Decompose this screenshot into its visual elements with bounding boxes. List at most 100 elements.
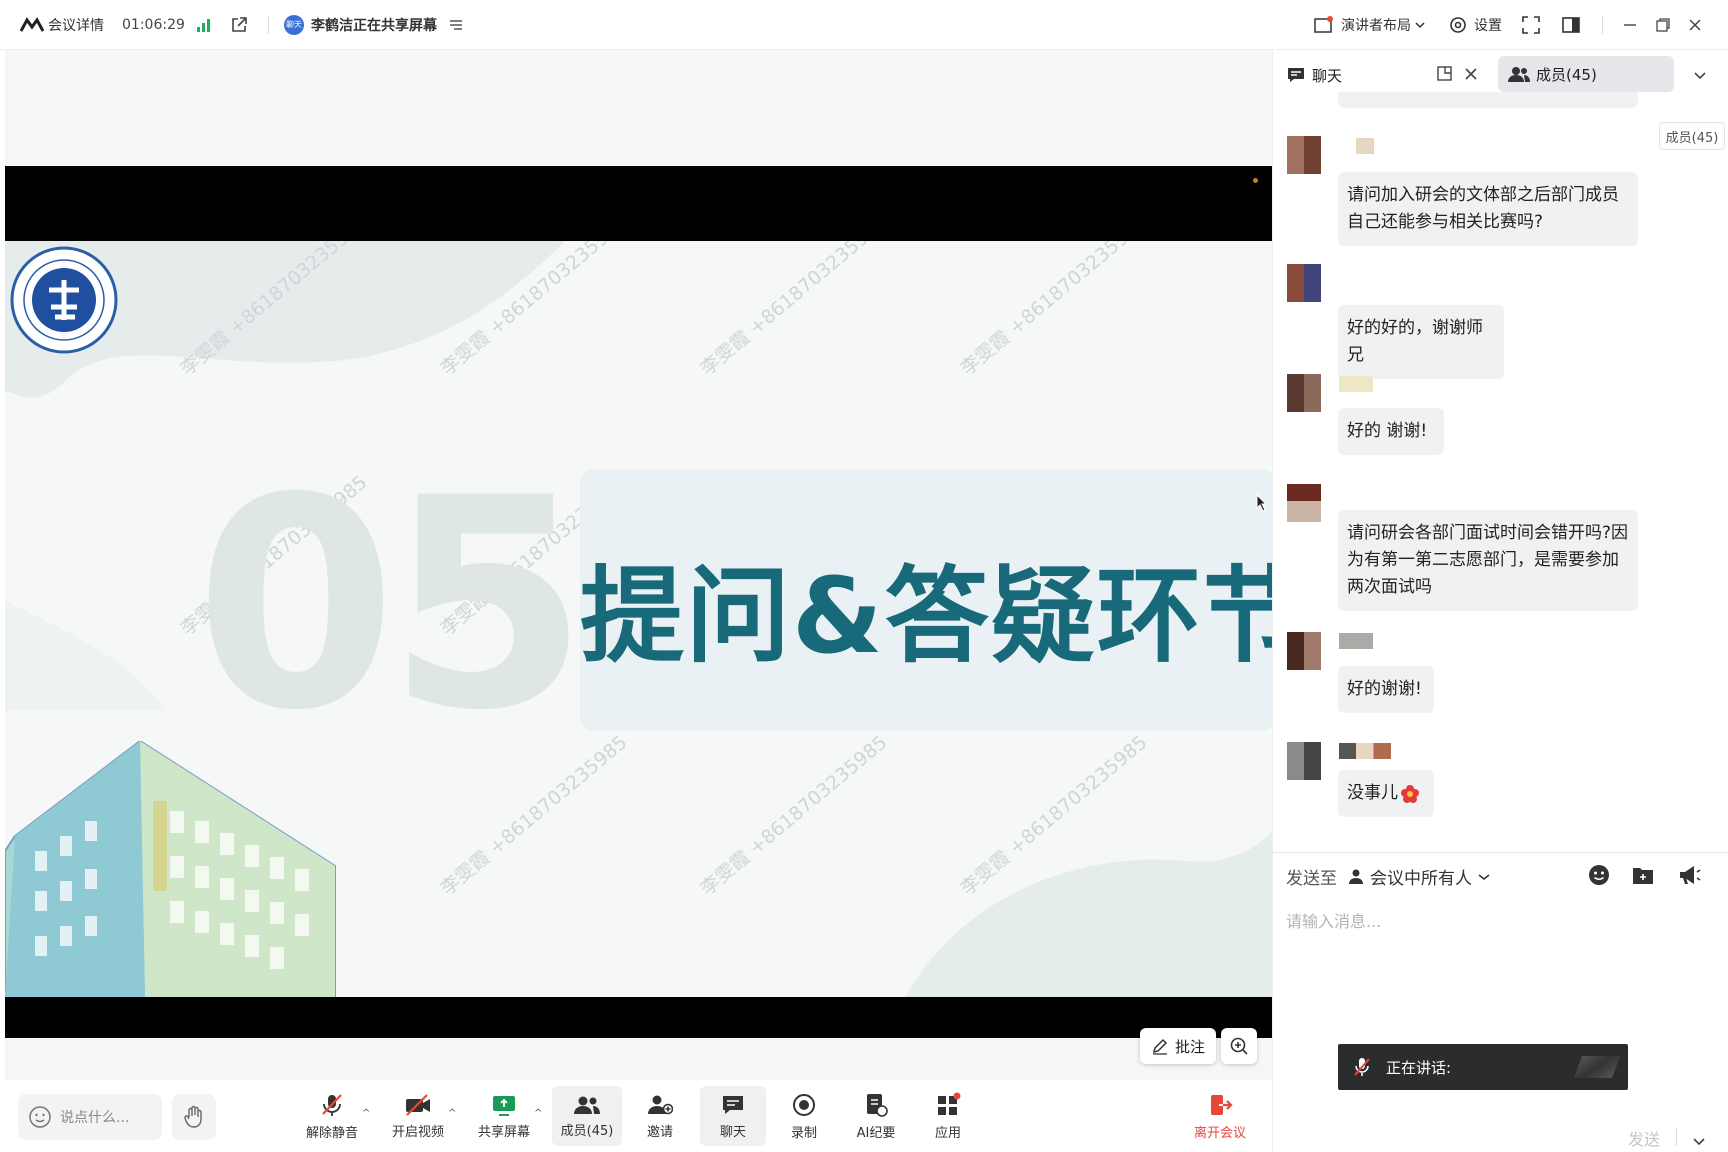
watermark-text: 李雯霞 +8618703235985 [956,241,1152,380]
restore-icon[interactable] [1655,0,1671,50]
message-input[interactable]: 请输入消息... [1286,908,1381,932]
apps-label: 应用 [934,1125,961,1141]
leave-meeting-label: 离开会议 [1193,1125,1246,1141]
pen-icon [1152,1038,1168,1055]
chat-message-text: 没事儿 [1347,783,1398,803]
meeting-timer: 01:06:29 [122,17,185,33]
tab-chat[interactable]: 聊天 [1286,58,1492,92]
leave-meeting-button[interactable]: 离开会议 [1184,1086,1256,1146]
divider [268,16,269,34]
watermark-text: 李雯霞 +8618703235985 [696,731,892,900]
share-screen-label: 共享屏幕 [477,1124,530,1140]
announcement-icon[interactable] [1678,864,1702,890]
slide-title: 提问&答疑环节 [580,555,1272,677]
video-options-caret[interactable]: ^ [448,1108,456,1119]
muted-microphone-icon [1354,1058,1370,1076]
composer-divider [1272,852,1728,853]
share-screen-button[interactable]: 共享屏幕 [472,1086,536,1146]
hand-icon [184,1105,202,1128]
panel-dropdown-icon[interactable] [1693,66,1707,85]
apps-grid-icon [938,1092,961,1115]
close-window-icon[interactable] [1688,0,1702,50]
sharer-avatar-badge: 聊天 [284,15,304,35]
members-count-tag[interactable]: 成员(45) [1659,122,1725,150]
ai-minutes-button[interactable]: AI纪要 [844,1086,908,1146]
raise-hand-button[interactable] [172,1094,216,1140]
chevron-down-icon [1415,22,1425,29]
watermark-text: 李雯霞 +8618703235985 [956,731,1152,900]
ai-document-icon [867,1093,888,1117]
divider [1602,16,1603,34]
speaking-indicator: 正在讲话: [1338,1044,1628,1090]
invite-button[interactable]: 邀请 [628,1086,692,1146]
pop-out-icon[interactable] [230,0,248,50]
side-panel-toggle-icon[interactable] [1562,0,1580,50]
chat-icon [1288,68,1304,82]
unmute-button[interactable]: 解除静音 [300,1086,364,1146]
watermark-text: 李雯霞 +8618703235985 [436,241,632,380]
members-button[interactable]: 成员(45) [552,1086,622,1146]
chat-message: 请问加入研会的文体部之后部门成员自己还能参与相关比赛吗? [1338,172,1638,246]
close-chat-icon[interactable] [1464,66,1478,85]
chevron-down-icon [1478,873,1490,880]
avatar [1287,742,1321,780]
share-screen-icon [493,1095,515,1116]
record-label: 录制 [790,1125,817,1141]
logo-icon [20,17,44,32]
reaction-placeholder: 说点什么... [60,1110,130,1126]
chat-button[interactable]: 聊天 [700,1086,766,1146]
sender-name [1339,743,1391,759]
settings-button[interactable]: 设置 [1448,0,1502,50]
members-label: 成员(45) [560,1123,614,1139]
meeting-details-button[interactable]: 会议详情 [48,0,104,50]
watermark-text: 李雯霞 +8618703235985 [696,241,892,380]
reaction-input[interactable]: 说点什么... [18,1094,162,1140]
start-video-label: 开启视频 [391,1124,444,1140]
record-button[interactable]: 录制 [772,1086,836,1146]
minimize-icon[interactable] [1622,0,1638,50]
avatar [1287,632,1321,670]
emoji-icon[interactable] [1588,864,1610,890]
start-video-button[interactable]: 开启视频 [386,1086,450,1146]
tab-chat-label: 聊天 [1312,66,1343,85]
send-to-target: 会议中所有人 [1370,869,1472,889]
share-options-caret[interactable]: ^ [534,1108,542,1119]
section-number: 05 [195,437,589,774]
file-folder-icon[interactable] [1632,864,1654,890]
signal-icon[interactable] [196,0,212,50]
send-to-label: 发送至 [1286,869,1337,889]
presenter-layout-label: 演讲者布局 [1341,18,1411,34]
flower-emoji-icon [1401,784,1419,803]
sharer-avatar: 聊天 [284,0,304,50]
send-button[interactable]: 发送 [1628,1126,1660,1150]
letterbox-bottom [5,997,1272,1038]
sender-name [1356,138,1374,154]
sender-name [1339,376,1373,392]
speaker-name-redacted [1573,1056,1621,1078]
tab-members[interactable]: 成员(45) [1498,56,1674,92]
top-bar: 会议详情 01:06:29 聊天 李鹤洁正在共享屏幕 演讲者布局 设置 [0,0,1728,50]
send-to-dropdown[interactable]: 会议中所有人 [1348,864,1490,889]
members-icon [574,1096,600,1114]
ai-minutes-label: AI纪要 [856,1125,896,1141]
members-icon [1508,67,1530,82]
unmute-options-caret[interactable]: ^ [362,1108,370,1119]
pop-out-chat-icon[interactable] [1436,64,1454,86]
send-options-chevron-icon[interactable] [1692,1132,1706,1151]
apps-button[interactable]: 应用 [916,1086,980,1146]
zoom-in-icon [1230,1037,1248,1055]
chat-label: 聊天 [719,1124,746,1140]
presentation-slide: 李雯霞 +8618703235985 李雯霞 +8618703235985 李雯… [5,241,1272,997]
sharing-menu-icon[interactable] [449,0,463,50]
zoom-in-button[interactable] [1221,1028,1257,1064]
mouse-cursor-icon [1256,494,1268,512]
university-seal-logo [10,246,118,354]
sharing-status: 李鹤洁正在共享屏幕 [311,18,437,34]
annotate-button[interactable]: 批注 [1140,1028,1216,1064]
presenter-layout-icon[interactable] [1314,0,1334,50]
invite-label: 邀请 [646,1124,673,1140]
presenter-layout-button[interactable]: 演讲者布局 [1341,0,1425,50]
letterbox-top [5,166,1272,241]
fullscreen-icon[interactable] [1522,0,1540,50]
tab-members-label: 成员(45) [1536,65,1597,84]
